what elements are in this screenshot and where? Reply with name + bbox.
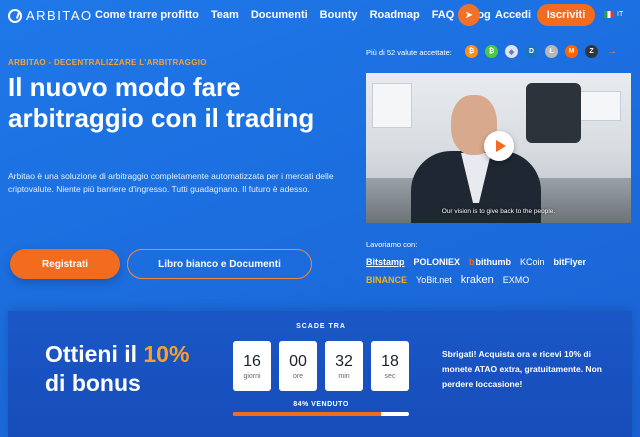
countdown-value: 00 [289,352,307,370]
dash-icon: D [525,45,538,58]
zcash-icon: Z [585,45,598,58]
countdown-unit: min [338,372,350,380]
countdown-timer: 16 giorni 00 ore 32 min 18 sec [233,341,409,391]
bonus-hurry-text: Sbrigati! Acquista ora e ricevi 10% di m… [442,349,602,389]
countdown-value: 16 [243,352,261,370]
language-selector[interactable]: IT [604,11,623,18]
nav-link-roadmap[interactable]: Roadmap [370,9,420,21]
countdown-unit: sec [384,372,396,380]
bonus-title-suffix: di bonus [45,370,141,396]
partner-kraken: kraken [460,274,494,286]
arrow-right-icon[interactable]: → [607,46,617,57]
hero-description: Arbitao è una soluzione di arbitraggio c… [8,171,334,194]
language-code: IT [617,11,624,18]
countdown-value: 18 [381,352,399,370]
logo-icon [8,8,22,23]
countdown-hours: 00 ore [279,341,317,391]
bonus-title-prefix: Ottieni il [45,341,137,367]
countdown-unit: ore [292,372,304,380]
countdown-value: 32 [335,352,353,370]
expires-label: SCADE TRA [296,323,346,330]
sold-progress-fill [233,412,381,416]
signup-button[interactable]: Iscriviti [537,4,595,26]
partner-logos: Bitstamp POLONIEX bithumb KCoin bitFlyer… [366,257,636,286]
main-nav: Come trarre profitto Team Documenti Boun… [95,9,491,21]
partners-label: Lavoriamo con: [366,240,418,249]
nav-link-team[interactable]: Team [211,9,239,21]
sold-label: 84% VENDUTO [293,401,349,408]
ethereum-icon: ◆ [505,45,518,58]
litecoin-icon: Ł [545,45,558,58]
partner-kcoin: KCoin [520,257,545,267]
login-link[interactable]: Accedi [495,9,531,21]
video-window [372,83,412,128]
sold-progress-bar [233,412,409,416]
countdown-minutes: 32 min [325,341,363,391]
partner-yobit: YoBit.net [416,275,452,285]
partner-exmo: EXMO [502,275,530,285]
register-button[interactable]: Registrati [10,249,120,279]
logo[interactable]: ARBITAO [8,8,93,23]
currencies-label: Più di 52 valute accettate: [366,48,452,57]
video-caption: Our vision is to give back to the people… [441,208,556,215]
nav-link-documents[interactable]: Documenti [251,9,308,21]
video-chair [526,83,581,143]
bitcoin-icon: ₿ [465,45,478,58]
countdown-days: 16 giorni [233,341,271,391]
countdown-unit: giorni [243,372,261,380]
brand-name: ARBITAO [26,8,93,23]
nav-link-profit[interactable]: Come trarre profitto [95,9,199,21]
currency-icons: ₿ ₿ ◆ D Ł M Z → [465,45,617,58]
monero-icon: M [565,45,578,58]
partner-poloniex: POLONIEX [413,257,461,267]
nav-link-bounty[interactable]: Bounty [320,9,358,21]
nav-link-faq[interactable]: FAQ [432,9,455,21]
partner-bitflyer: bitFlyer [553,257,587,267]
hero-headline: Il nuovo modo fare arbitraggio con il tr… [8,72,315,133]
bonus-title: Ottieni il 10% di bonus [45,340,189,398]
partner-bitstamp: Bitstamp [366,257,405,267]
bonus-percent: 10% [143,341,190,367]
partner-binance: BINANCE [366,275,408,285]
whitepaper-button[interactable]: Libro bianco e Documenti [127,249,312,279]
bitcoin-cash-icon: ₿ [485,45,498,58]
play-icon[interactable] [484,131,514,161]
italy-flag-icon [604,11,614,18]
hero-kicker: ARBITAO - DECENTRALIZZARE L'ARBITRAGGIO [8,58,207,67]
telegram-icon[interactable]: ➤ [458,4,480,26]
partner-bithumb: bithumb [469,257,512,267]
countdown-seconds: 18 sec [371,341,409,391]
